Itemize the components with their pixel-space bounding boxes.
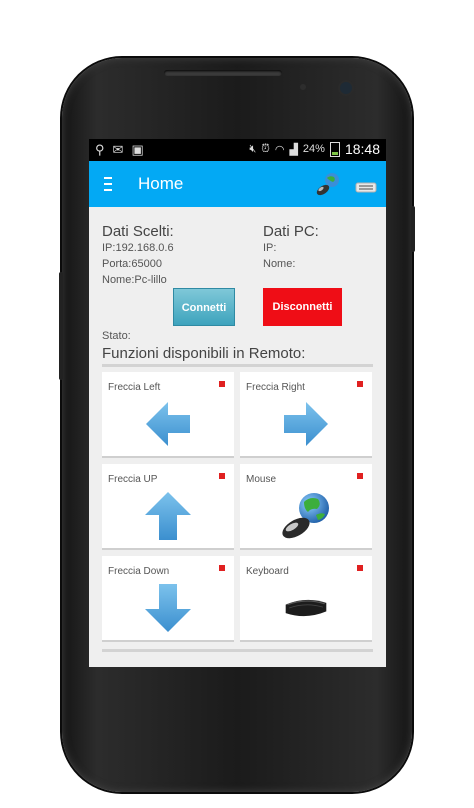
selected-ip: IP:192.168.0.6 <box>102 242 174 254</box>
clock: 18:48 <box>344 141 380 157</box>
selected-name: Nome:Pc-lillo <box>102 274 167 286</box>
battery-icon <box>329 141 340 157</box>
app-bar: Home <box>89 161 386 207</box>
status-indicator <box>219 381 225 387</box>
screen: ⚲ ✉ ▣ 🔇︎ ⏰︎ ◠ ▟ 24% 18:48 Home Dati Scel… <box>89 139 386 667</box>
functions-heading: Funzioni disponibili in Remoto: <box>102 345 306 362</box>
volume-button <box>59 272 63 380</box>
arrow-down-icon <box>145 584 191 632</box>
image-notification-icon: ▣ <box>131 142 144 157</box>
status-indicator <box>357 473 363 479</box>
function-card-left[interactable]: Freccia Left <box>102 372 234 458</box>
main-content: Dati Scelti: IP:192.168.0.6 Porta:65000 … <box>89 207 386 667</box>
pc-data-heading: Dati PC: <box>263 223 319 240</box>
function-label: Freccia Down <box>108 566 170 577</box>
globe-mouse-icon[interactable] <box>315 171 341 197</box>
function-label: Mouse <box>246 474 277 485</box>
function-label: Freccia Right <box>246 382 305 393</box>
selected-data-heading: Dati Scelti: <box>102 223 174 240</box>
function-label: Freccia UP <box>108 474 158 485</box>
function-card-mouse[interactable]: Mouse <box>240 464 372 550</box>
arrow-up-icon <box>145 492 191 540</box>
wifi-icon: ◠ <box>274 143 285 156</box>
function-card-down[interactable]: Freccia Down <box>102 556 234 642</box>
function-card-up[interactable]: Freccia UP <box>102 464 234 550</box>
arrow-left-icon <box>146 402 190 446</box>
alarm-icon: ⏰︎ <box>261 142 270 155</box>
status-indicator <box>357 381 363 387</box>
battery-percent: 24% <box>302 143 325 155</box>
status-label: Stato: <box>102 330 131 342</box>
mouse-globe-icon <box>282 493 329 539</box>
arrow-right-icon <box>284 402 328 446</box>
status-indicator <box>219 565 225 571</box>
connect-button[interactable]: Connetti <box>173 288 235 326</box>
disconnect-button[interactable]: Disconnetti <box>263 288 342 326</box>
divider <box>102 649 373 652</box>
page-title: Home <box>138 174 184 193</box>
keyboard-icon[interactable] <box>355 179 377 193</box>
pc-ip: IP: <box>263 242 277 254</box>
front-camera <box>340 82 352 94</box>
pc-name: Nome: <box>263 258 296 270</box>
signal-icon: ▟ <box>289 143 298 156</box>
function-label: Freccia Left <box>108 382 161 393</box>
usb-icon: ⚲ <box>95 142 105 157</box>
earpiece-speaker <box>164 70 282 76</box>
function-card-keyboard[interactable]: Keyboard <box>240 556 372 642</box>
proximity-sensor <box>300 84 306 90</box>
mute-icon: 🔇︎ <box>249 142 257 155</box>
function-card-right[interactable]: Freccia Right <box>240 372 372 458</box>
mail-icon: ✉ <box>112 142 124 157</box>
divider <box>102 364 373 367</box>
menu-icon[interactable] <box>104 177 112 191</box>
status-bar: ⚲ ✉ ▣ 🔇︎ ⏰︎ ◠ ▟ 24% 18:48 <box>89 139 386 161</box>
status-indicator <box>357 565 363 571</box>
status-indicator <box>219 473 225 479</box>
selected-port: Porta:65000 <box>102 258 162 270</box>
function-label: Keyboard <box>246 566 289 577</box>
keyboard-icon <box>285 599 327 617</box>
power-button <box>411 206 415 252</box>
